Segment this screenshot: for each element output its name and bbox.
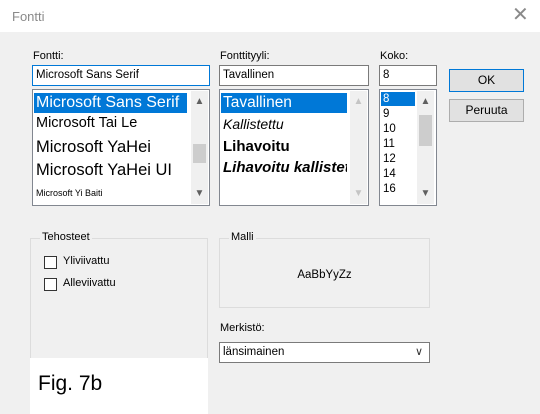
font-list-item[interactable]: Microsoft YaHei UI bbox=[34, 159, 187, 182]
size-list-item[interactable]: 8 bbox=[381, 92, 415, 106]
font-dialog: Fontti ✕ Fontti: Microsoft Sans Serif Mi… bbox=[0, 0, 540, 414]
font-list-item[interactable]: Microsoft Tai Le bbox=[34, 114, 187, 133]
style-list-scrollbar[interactable]: ▲ ▼ bbox=[350, 91, 367, 204]
scroll-up-arrow-icon[interactable]: ▲ bbox=[350, 93, 367, 110]
style-list-item[interactable]: Lihavoitu bbox=[221, 136, 347, 157]
font-name-input[interactable]: Microsoft Sans Serif bbox=[32, 65, 210, 86]
scroll-up-arrow-icon[interactable]: ▲ bbox=[417, 93, 434, 110]
close-icon[interactable]: ✕ bbox=[512, 5, 529, 25]
strikeout-label[interactable]: Yliviivattu bbox=[63, 255, 109, 267]
sample-preview-text: AaBbYyZz bbox=[297, 269, 352, 281]
script-select-value: länsimainen bbox=[223, 346, 285, 358]
scroll-thumb[interactable] bbox=[419, 115, 432, 146]
style-list-item[interactable]: Tavallinen bbox=[221, 93, 347, 113]
scroll-down-arrow-icon[interactable]: ▼ bbox=[350, 185, 367, 202]
script-select[interactable]: länsimainen ∨ bbox=[219, 342, 430, 363]
figure-label-box: Fig. 7b bbox=[30, 358, 208, 414]
underline-checkbox[interactable] bbox=[44, 278, 57, 291]
size-list-scrollbar[interactable]: ▲ ▼ bbox=[417, 91, 434, 204]
font-list-item[interactable]: Microsoft Yi Baiti bbox=[34, 186, 187, 200]
font-list-item[interactable]: Microsoft Sans Serif bbox=[34, 93, 187, 113]
title-bar: Fontti ✕ bbox=[0, 0, 540, 30]
font-size-input[interactable]: 8 bbox=[379, 65, 437, 86]
size-list-item[interactable]: 11 bbox=[381, 137, 415, 151]
sample-title: Malli bbox=[229, 231, 256, 243]
cancel-button[interactable]: Peruuta bbox=[449, 99, 524, 122]
underline-label[interactable]: Alleviivattu bbox=[63, 277, 116, 289]
figure-label: Fig. 7b bbox=[38, 372, 103, 395]
dialog-body: Fontti: Microsoft Sans Serif Microsoft S… bbox=[0, 32, 540, 414]
size-list-item[interactable]: 12 bbox=[381, 152, 415, 166]
size-list-item[interactable]: 16 bbox=[381, 182, 415, 196]
scroll-thumb[interactable] bbox=[193, 144, 206, 163]
font-list-item[interactable]: Microsoft YaHei bbox=[34, 135, 187, 159]
font-label: Fontti: bbox=[33, 50, 64, 62]
scroll-down-arrow-icon[interactable]: ▼ bbox=[191, 185, 208, 202]
window-title: Fontti bbox=[12, 9, 45, 24]
size-list-item[interactable]: 10 bbox=[381, 122, 415, 136]
script-label: Merkistö: bbox=[220, 322, 265, 334]
style-list-item[interactable]: Kallistettu bbox=[221, 115, 347, 134]
chevron-down-icon[interactable]: ∨ bbox=[415, 343, 423, 362]
size-list-item[interactable]: 14 bbox=[381, 167, 415, 181]
font-style-input[interactable]: Tavallinen bbox=[219, 65, 369, 86]
scroll-down-arrow-icon[interactable]: ▼ bbox=[417, 185, 434, 202]
font-style-label: Fonttityyli: bbox=[220, 50, 270, 62]
font-size-list[interactable]: 8 9 10 11 12 14 16 ▲ ▼ bbox=[379, 89, 437, 206]
style-list-item[interactable]: Lihavoitu kallistettu bbox=[221, 157, 347, 178]
size-label: Koko: bbox=[380, 50, 409, 62]
size-list-item[interactable]: 9 bbox=[381, 107, 415, 121]
font-list-scrollbar[interactable]: ▲ ▼ bbox=[191, 91, 208, 204]
font-name-list[interactable]: Microsoft Sans Serif Microsoft Tai Le Mi… bbox=[32, 89, 210, 206]
effects-title: Tehosteet bbox=[40, 231, 92, 243]
scroll-up-arrow-icon[interactable]: ▲ bbox=[191, 93, 208, 110]
ok-button[interactable]: OK bbox=[449, 69, 524, 92]
strikeout-checkbox[interactable] bbox=[44, 256, 57, 269]
font-style-list[interactable]: Tavallinen Kallistettu Lihavoitu Lihavoi… bbox=[219, 89, 369, 206]
